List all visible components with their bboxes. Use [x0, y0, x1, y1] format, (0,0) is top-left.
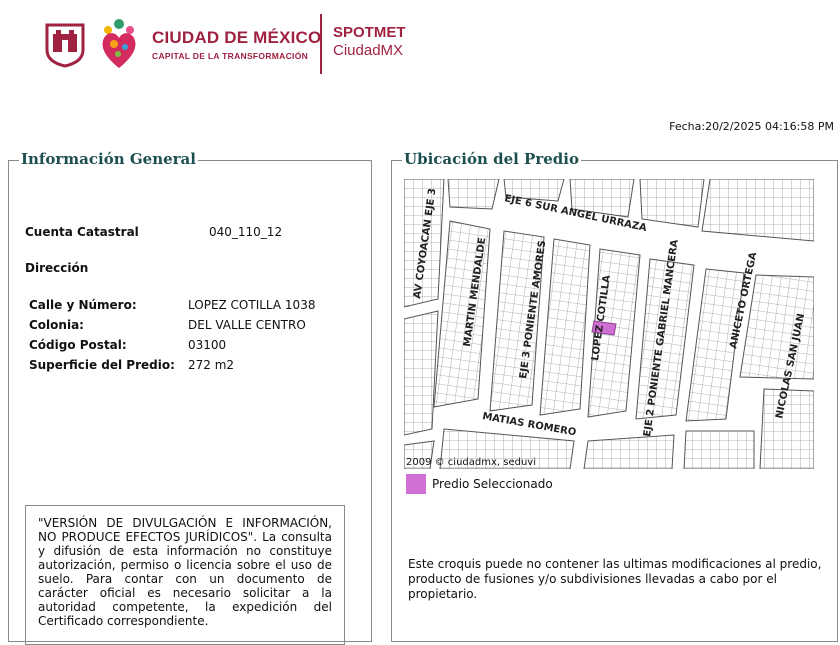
direccion-label: Dirección	[25, 261, 89, 275]
header: CIUDAD DE MÉXICO CAPITAL DE LA TRANSFORM…	[0, 0, 840, 90]
timestamp: Fecha:20/2/2025 04:16:58 PM	[669, 120, 834, 133]
map-canvas: EJE 6 SUR ANGEL URRAZA AV COYOACAN EJE 3…	[404, 179, 814, 469]
field-label: Colonia:	[29, 318, 84, 332]
brand-subtitle: CAPITAL DE LA TRANSFORMACIÓN	[152, 51, 309, 61]
brand-block: CIUDAD DE MÉXICO CAPITAL DE LA TRANSFORM…	[152, 28, 321, 61]
location-panel: Ubicación del Predio EJE 6 SUR ANGEL URR…	[391, 150, 838, 642]
address-row: Código Postal: 03100	[29, 338, 315, 358]
address-table: Calle y Número: LOPEZ COTILLA 1038 Colon…	[29, 298, 315, 378]
selected-parcel-swatch	[406, 474, 426, 494]
heart-flower-logo	[102, 19, 136, 68]
selected-parcel-label: Predio Seleccionado	[432, 477, 553, 491]
spotmet-block: SPOTMET CiudadMX	[333, 24, 406, 59]
field-label: Superficie del Predio:	[29, 358, 175, 372]
header-divider	[320, 14, 322, 74]
field-value: DEL VALLE CENTRO	[188, 318, 306, 332]
location-map[interactable]: EJE 6 SUR ANGEL URRAZA AV COYOACAN EJE 3…	[404, 179, 814, 469]
cuenta-catastral-label: Cuenta Catastral	[25, 225, 139, 239]
brand-title: CIUDAD DE MÉXICO	[152, 28, 322, 47]
address-row: Superficie del Predio: 272 m2	[29, 358, 315, 378]
general-info-panel: Información General Cuenta Catastral 040…	[8, 150, 372, 645]
general-info-legend: Información General	[19, 150, 198, 168]
spotmet-title: SPOTMET	[333, 24, 406, 41]
location-legend: Ubicación del Predio	[402, 150, 581, 168]
address-row: Calle y Número: LOPEZ COTILLA 1038	[29, 298, 315, 318]
address-row: Colonia: DEL VALLE CENTRO	[29, 318, 315, 338]
field-value: 03100	[188, 338, 227, 352]
field-value: LOPEZ COTILLA 1038	[188, 298, 316, 312]
cdmx-shield-logo	[45, 23, 85, 68]
spotmet-subtitle: CiudadMX	[333, 42, 404, 59]
cuenta-catastral-value: 040_110_12	[209, 225, 283, 239]
map-note: Este croquis puede no contener las ultim…	[408, 557, 822, 601]
field-value: 272 m2	[188, 358, 235, 372]
disclaimer-box: "VERSIÓN DE DIVULGACIÓN E INFORMACIÓN, N…	[25, 505, 345, 645]
field-label: Código Postal:	[29, 338, 127, 352]
map-copyright: 2009 © ciudadmx, seduvi	[406, 457, 536, 468]
field-label: Calle y Número:	[29, 298, 137, 312]
